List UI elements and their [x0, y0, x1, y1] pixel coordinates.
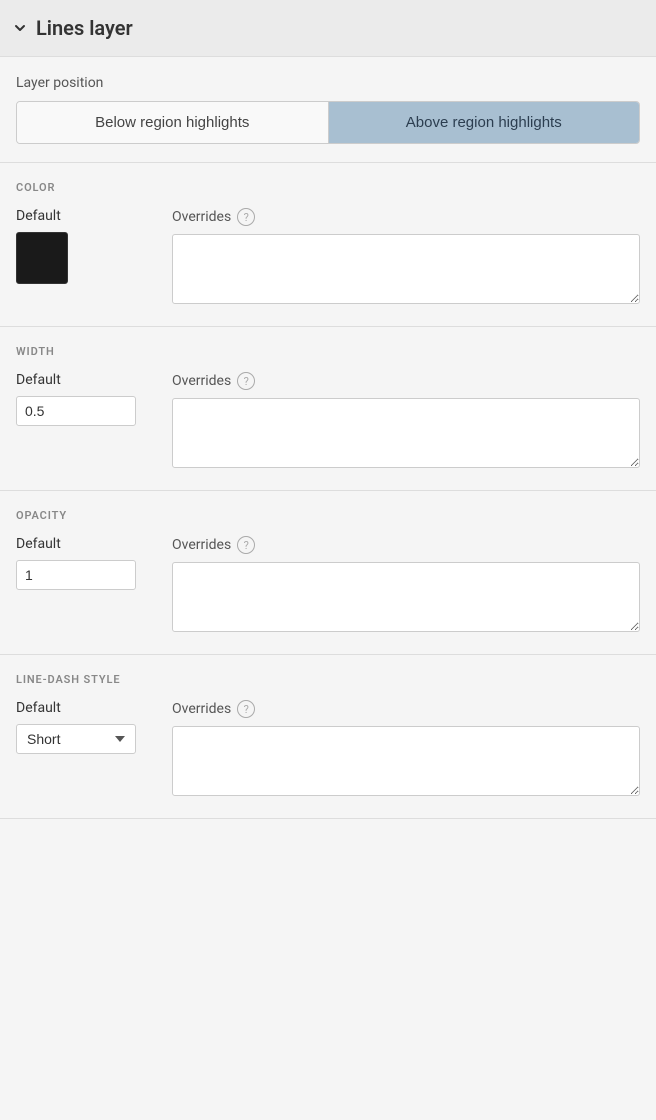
width-section: WIDTH Default Overrides ?: [0, 327, 656, 491]
line-dash-default-label: Default: [16, 700, 156, 716]
toggle-group: Below region highlights Above region hig…: [16, 101, 640, 144]
above-region-button[interactable]: Above region highlights: [329, 102, 640, 143]
panel: Lines layer Layer position Below region …: [0, 0, 656, 819]
opacity-field-right: Overrides ?: [172, 536, 640, 636]
line-dash-help-icon[interactable]: ?: [237, 700, 255, 718]
width-field-row: Default Overrides ?: [16, 372, 640, 472]
opacity-overrides-textarea[interactable]: [172, 562, 640, 632]
opacity-field-left: Default: [16, 536, 156, 590]
layer-position-label: Layer position: [16, 75, 640, 91]
opacity-default-label: Default: [16, 536, 156, 552]
color-field-left: Default: [16, 208, 156, 284]
width-field-right: Overrides ?: [172, 372, 640, 472]
layer-position-section: Layer position Below region highlights A…: [0, 57, 656, 163]
color-overrides-textarea[interactable]: [172, 234, 640, 304]
width-default-label: Default: [16, 372, 156, 388]
color-section: COLOR Default Overrides ?: [0, 163, 656, 327]
line-dash-dropdown[interactable]: Short Long Solid Dashed: [16, 724, 136, 754]
line-dash-overrides-textarea[interactable]: [172, 726, 640, 796]
collapse-icon[interactable]: [12, 20, 28, 36]
color-overrides-label: Overrides ?: [172, 208, 640, 226]
color-default-label: Default: [16, 208, 156, 224]
line-dash-section-title: LINE-DASH STYLE: [16, 673, 640, 686]
panel-header: Lines layer: [0, 0, 656, 57]
width-help-icon[interactable]: ?: [237, 372, 255, 390]
color-help-icon[interactable]: ?: [237, 208, 255, 226]
line-dash-section: LINE-DASH STYLE Default Short Long Solid…: [0, 655, 656, 819]
opacity-default-input[interactable]: [16, 560, 136, 590]
panel-title: Lines layer: [36, 16, 133, 40]
opacity-field-row: Default Overrides ?: [16, 536, 640, 636]
opacity-section: OPACITY Default Overrides ?: [0, 491, 656, 655]
opacity-section-title: OPACITY: [16, 509, 640, 522]
color-swatch[interactable]: [16, 232, 68, 284]
width-section-title: WIDTH: [16, 345, 640, 358]
width-default-input[interactable]: [16, 396, 136, 426]
width-overrides-label: Overrides ?: [172, 372, 640, 390]
line-dash-overrides-label: Overrides ?: [172, 700, 640, 718]
color-field-row: Default Overrides ?: [16, 208, 640, 308]
width-overrides-textarea[interactable]: [172, 398, 640, 468]
opacity-overrides-label: Overrides ?: [172, 536, 640, 554]
line-dash-field-left: Default Short Long Solid Dashed: [16, 700, 156, 754]
below-region-button[interactable]: Below region highlights: [17, 102, 328, 143]
width-field-left: Default: [16, 372, 156, 426]
color-field-right: Overrides ?: [172, 208, 640, 308]
line-dash-field-right: Overrides ?: [172, 700, 640, 800]
line-dash-field-row: Default Short Long Solid Dashed Override…: [16, 700, 640, 800]
opacity-help-icon[interactable]: ?: [237, 536, 255, 554]
color-section-title: COLOR: [16, 181, 640, 194]
